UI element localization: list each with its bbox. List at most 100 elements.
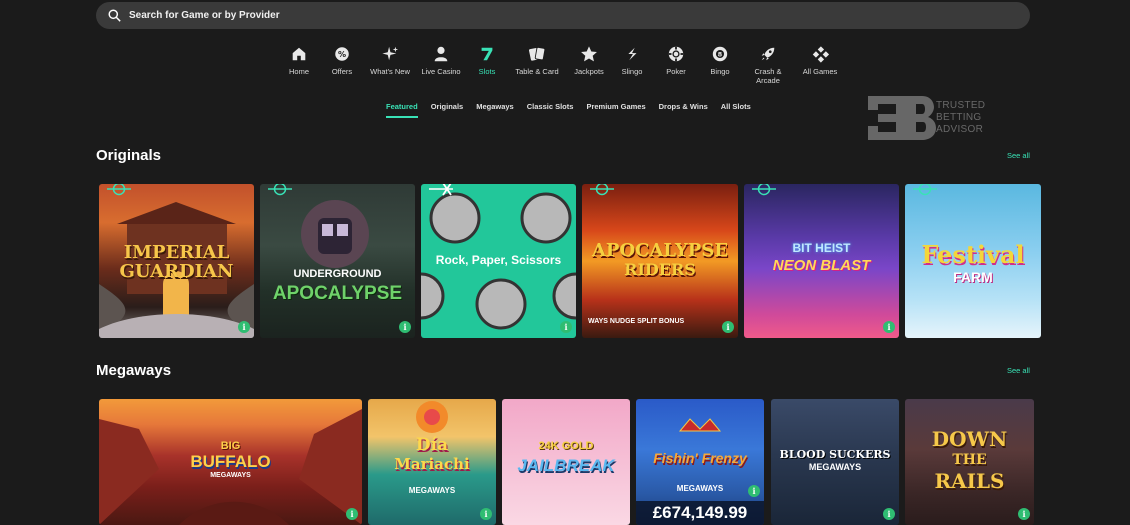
- game-tile-bit-heist-neon-blast[interactable]: BIT HEIST NEON BLAST i: [744, 184, 899, 338]
- tab-megaways[interactable]: Megaways: [476, 102, 514, 118]
- trusted-betting-advisor-logo: TRUSTED BETTING ADVISOR: [866, 96, 985, 140]
- seven-icon: [477, 44, 497, 64]
- offers-icon: %: [332, 44, 352, 64]
- game-title-top: BIT HEIST: [792, 241, 851, 255]
- info-icon[interactable]: i: [883, 321, 895, 333]
- svg-text:%: %: [338, 49, 346, 59]
- game-title-bottom: FARM: [953, 269, 993, 285]
- tba-logo-icon: [868, 96, 936, 140]
- game-title-bottom: BUFFALO: [190, 452, 271, 471]
- tab-all-slots[interactable]: All Slots: [721, 102, 751, 118]
- game-title-top: Fishin' Frenzy: [653, 450, 747, 466]
- category-label: Table & Card: [515, 67, 559, 76]
- game-tile-24k-gold-jailbreak[interactable]: 24K GOLD JAILBREAK: [502, 399, 630, 525]
- category-slingo[interactable]: Slingo: [610, 44, 654, 85]
- originals-badge-icon: [752, 184, 776, 196]
- category-poker[interactable]: Poker: [654, 44, 698, 85]
- game-tile-big-buffalo-megaways[interactable]: BIG BUFFALO MEGAWAYS i: [99, 399, 362, 525]
- game-tile-blood-suckers-megaways[interactable]: BLOOD SUCKERS MEGAWAYS i: [771, 399, 899, 525]
- dealer-icon: [431, 44, 451, 64]
- game-title-bottom: NEON BLAST: [772, 257, 871, 274]
- chip-icon: [666, 44, 686, 64]
- svg-text:8: 8: [718, 51, 722, 58]
- info-icon[interactable]: i: [1018, 508, 1030, 520]
- category-live-casino[interactable]: Live Casino: [414, 44, 468, 85]
- game-title-mid: THE: [952, 452, 987, 468]
- category-slots[interactable]: Slots: [468, 44, 506, 85]
- category-bingo[interactable]: 8 Bingo: [698, 44, 742, 85]
- section-title-megaways: Megaways: [96, 362, 172, 379]
- game-title-bottom: RAILS: [934, 469, 1005, 493]
- slingo-icon: [622, 44, 642, 64]
- info-icon[interactable]: i: [722, 321, 734, 333]
- category-label: Poker: [666, 67, 686, 76]
- category-jackpots[interactable]: Jackpots: [568, 44, 610, 85]
- tab-classic-slots[interactable]: Classic Slots: [527, 102, 574, 118]
- game-title: IMPERIAL GUARDIAN: [119, 242, 234, 282]
- game-tile-down-the-rails[interactable]: DOWN THE RAILS i: [905, 399, 1034, 525]
- category-home[interactable]: Home: [280, 44, 318, 85]
- info-icon[interactable]: i: [883, 508, 895, 520]
- game-title-top: UNDERGROUND: [293, 268, 382, 280]
- info-icon[interactable]: i: [560, 321, 572, 333]
- game-subtitle: MEGAWAYS: [808, 462, 862, 472]
- search-bar[interactable]: [96, 2, 1030, 29]
- game-title-top: 24K GOLD: [538, 440, 594, 452]
- category-label: Slots: [478, 67, 496, 76]
- game-subtitle: WAYS NUDGE SPLIT BONUS: [588, 318, 685, 325]
- game-title-bottom: RIDERS: [624, 260, 696, 279]
- info-icon[interactable]: i: [748, 485, 760, 497]
- info-icon[interactable]: i: [480, 508, 492, 520]
- info-icon[interactable]: i: [238, 321, 250, 333]
- category-label: Bingo: [710, 67, 730, 76]
- slots-subtabs: Featured Originals Megaways Classic Slot…: [386, 102, 764, 118]
- category-label: What's New: [370, 67, 410, 76]
- info-icon[interactable]: i: [399, 321, 411, 333]
- game-title-bottom: Mariachi: [394, 455, 470, 473]
- category-table-card[interactable]: Table & Card: [506, 44, 568, 85]
- originals-badge-icon: [913, 184, 937, 196]
- game-title-top: Día: [415, 435, 449, 455]
- info-icon[interactable]: i: [346, 508, 358, 520]
- tab-originals[interactable]: Originals: [431, 102, 464, 118]
- category-offers[interactable]: % Offers: [318, 44, 366, 85]
- tab-drops-wins[interactable]: Drops & Wins: [659, 102, 708, 118]
- game-tile-rock-paper-scissors[interactable]: Rock, Paper, Scissors i: [421, 184, 576, 338]
- section-title-originals: Originals: [96, 147, 162, 164]
- category-whats-new[interactable]: What's New: [366, 44, 414, 85]
- jackpot-amount: £674,149.99: [636, 501, 764, 525]
- game-title-top: BLOOD SUCKERS: [779, 448, 891, 461]
- originals-badge-icon: [590, 184, 614, 196]
- game-title-top: BIG: [220, 440, 241, 452]
- game-title: Rock, Paper, Scissors: [435, 253, 562, 267]
- category-all-games[interactable]: All Games: [794, 44, 846, 85]
- tba-wordmark: TRUSTED BETTING ADVISOR: [936, 100, 986, 135]
- dice-icon: [810, 44, 830, 64]
- category-label: Jackpots: [574, 67, 604, 76]
- game-title-top: DOWN: [931, 427, 1008, 451]
- game-tile-fishin-frenzy-megaways[interactable]: Fishin' Frenzy MEGAWAYS £674,149.99 i: [636, 399, 764, 525]
- game-tile-apocalypse-riders[interactable]: APOCALYPSE RIDERS WAYS NUDGE SPLIT BONUS…: [582, 184, 738, 338]
- game-tile-underground-apocalypse[interactable]: UNDERGROUND APOCALYPSE i: [260, 184, 415, 338]
- originals-badge-icon: [429, 184, 453, 196]
- see-all-originals-link[interactable]: See all: [1007, 151, 1030, 160]
- cards-icon: [527, 44, 547, 64]
- category-crash-arcade[interactable]: Crash & Arcade: [742, 44, 794, 85]
- category-label: Offers: [331, 67, 353, 76]
- originals-badge-icon: [268, 184, 292, 196]
- game-title-bottom: JAILBREAK: [517, 456, 615, 475]
- category-label: Home: [288, 67, 309, 76]
- game-tile-imperial-guardian[interactable]: IMPERIAL GUARDIAN i: [99, 184, 254, 338]
- category-label: Slingo: [621, 67, 643, 76]
- search-input[interactable]: [129, 10, 629, 21]
- game-subtitle: MEGAWAYS: [210, 472, 251, 479]
- tab-premium-games[interactable]: Premium Games: [586, 102, 645, 118]
- sparkle-icon: [380, 44, 400, 64]
- game-tile-dia-mariachi-megaways[interactable]: Día Mariachi MEGAWAYS i: [368, 399, 496, 525]
- see-all-megaways-link[interactable]: See all: [1007, 366, 1030, 375]
- game-title-top: Festival: [921, 240, 1025, 269]
- search-icon: [108, 9, 121, 22]
- game-tile-festival-farm[interactable]: Festival FARM: [905, 184, 1041, 338]
- game-subtitle: MEGAWAYS: [676, 484, 724, 493]
- tab-featured[interactable]: Featured: [386, 102, 418, 118]
